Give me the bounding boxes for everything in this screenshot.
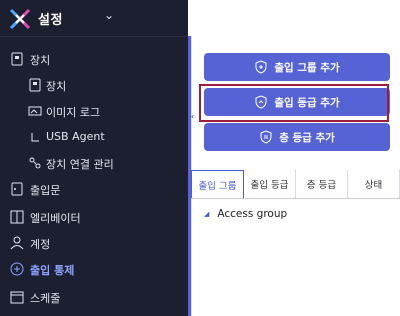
door-icon — [11, 182, 23, 196]
sidebar-item-connection[interactable]: 장치 연결 관리 — [0, 152, 188, 174]
sidebar-item-image-log[interactable]: 이미지 로그 — [0, 100, 188, 122]
app-title: 설정 — [38, 13, 63, 28]
button-label: 출입 그룹 추가 — [274, 61, 340, 74]
access-control-icon — [10, 262, 24, 276]
sidebar-item-access-control[interactable]: 출입 통제 — [0, 258, 188, 280]
add-access-group-button[interactable]: 출입 그룹 추가 — [204, 53, 390, 81]
tab-floor-level[interactable]: 층 등급 — [296, 170, 348, 198]
sidebar-item-label: 엘리베이터 — [30, 212, 81, 225]
sidebar-item-usb-agent[interactable]: USB Agent — [0, 126, 188, 148]
sidebar-item-label: 이미지 로그 — [46, 106, 101, 119]
expand-triangle-icon[interactable]: ◢ — [204, 210, 209, 218]
sidebar: 설정 ⌄ 장치 장치 이미지 로그 USB Agent 장치 연결 관리 출입문… — [0, 0, 188, 316]
add-floor-level-button[interactable]: 층 등급 추가 — [204, 123, 390, 151]
connection-icon — [29, 157, 41, 169]
tab-status[interactable]: 상태 — [348, 170, 400, 198]
sidebar-item-account[interactable]: 계정 — [0, 232, 188, 254]
collapse-arrow-icon[interactable]: ‹ — [191, 112, 197, 121]
divider — [0, 36, 188, 37]
sidebar-item-label: 장치 — [46, 80, 67, 93]
sidebar-item-label: 계정 — [30, 238, 51, 251]
image-log-icon — [28, 106, 42, 116]
user-icon — [10, 236, 24, 250]
tree-node-access-group[interactable]: ◢ Access group — [204, 208, 287, 220]
sidebar-item-label: 스케줄 — [30, 292, 61, 305]
button-label: 층 등급 추가 — [279, 131, 335, 144]
sidebar-item-door[interactable]: 출입문 — [0, 178, 188, 200]
sidebar-item-elevator[interactable]: 엘리베이터 — [0, 206, 188, 228]
tab-bar: 출입 그룹 출입 등급 층 등급 상태 — [191, 170, 400, 199]
tab-access-group[interactable]: 출입 그룹 — [191, 170, 244, 198]
calendar-icon — [10, 291, 24, 304]
sidebar-item-label: 출입 통제 — [30, 264, 75, 277]
chevron-down-icon[interactable]: ⌄ — [104, 8, 114, 22]
usb-icon — [31, 133, 39, 142]
app-logo-icon — [9, 8, 31, 30]
app-header: 설정 ⌄ — [0, 0, 188, 36]
sidebar-item-label: USB Agent — [46, 130, 105, 143]
device-sub-icon — [29, 78, 41, 92]
sidebar-item-device[interactable]: 장치 — [0, 48, 188, 70]
device-icon — [11, 52, 23, 66]
shield-floor-icon — [260, 130, 272, 144]
tree-node-label: Access group — [217, 208, 288, 220]
selection-highlight — [199, 84, 389, 122]
shield-plus-icon — [255, 60, 267, 74]
elevator-icon — [10, 210, 24, 224]
sidebar-item-device-list[interactable]: 장치 — [0, 74, 188, 96]
sidebar-item-schedule[interactable]: 스케줄 — [0, 286, 188, 308]
sidebar-item-label: 출입문 — [30, 184, 61, 197]
sidebar-item-label: 장치 연결 관리 — [46, 158, 114, 171]
sidebar-item-label: 장치 — [30, 54, 51, 67]
tab-access-level[interactable]: 출입 등급 — [244, 170, 296, 198]
